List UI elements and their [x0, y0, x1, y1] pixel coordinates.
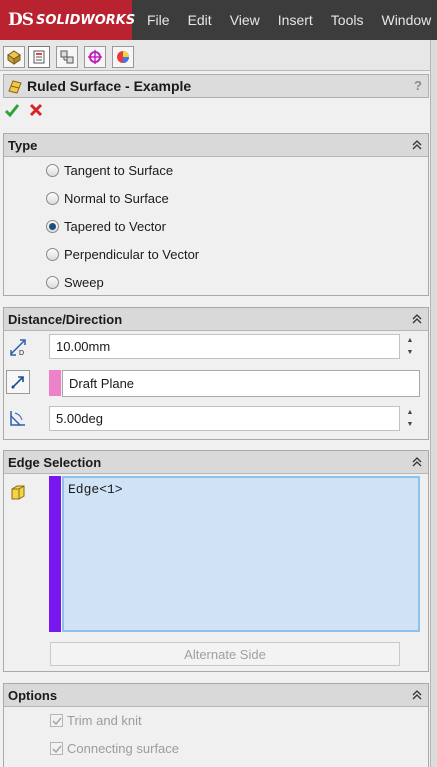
property-manager-tab[interactable]	[28, 46, 50, 68]
cancel-x-icon[interactable]	[28, 102, 44, 118]
distance-group-header[interactable]: Distance/Direction	[4, 308, 428, 331]
spin-down-icon[interactable]: ▼	[407, 349, 414, 356]
menu-insert[interactable]: Insert	[269, 12, 322, 28]
spin-up-icon[interactable]: ▲	[407, 409, 414, 416]
radio-label: Perpendicular to Vector	[64, 247, 200, 262]
ok-check-icon[interactable]	[4, 102, 20, 118]
checkbox-checked-disabled[interactable]	[50, 742, 63, 755]
menu-window[interactable]: Window	[372, 12, 437, 28]
edge-group-header[interactable]: Edge Selection	[4, 451, 428, 474]
collapse-chevron-icon[interactable]	[411, 688, 423, 702]
trim-and-knit-label: Trim and knit	[67, 713, 142, 728]
distance-input[interactable]: 10.00mm	[49, 334, 400, 359]
checkbox-checked-disabled[interactable]	[50, 714, 63, 727]
options-group-header[interactable]: Options	[4, 684, 428, 707]
checkmark-icon	[51, 716, 62, 725]
angle-spinner[interactable]: ▲ ▼	[403, 406, 417, 431]
edge-icon	[6, 480, 30, 504]
distance-group-title: Distance/Direction	[8, 311, 123, 327]
type-group-header[interactable]: Type	[4, 134, 428, 157]
edge-group-title: Edge Selection	[8, 454, 102, 470]
feature-manager-tab[interactable]	[3, 46, 25, 68]
solidworks-logo[interactable]: DS SOLIDWORKS	[0, 0, 136, 40]
radio-button[interactable]	[46, 192, 59, 205]
options-group-title: Options	[8, 687, 58, 703]
radio-button[interactable]	[46, 164, 59, 177]
dimxpert-manager-tab[interactable]	[84, 46, 106, 68]
display-manager-icon	[117, 51, 129, 63]
property-manager-header: Ruled Surface - Example ?	[3, 74, 429, 98]
radio-button[interactable]	[46, 276, 59, 289]
configuration-manager-icon	[60, 50, 74, 64]
radio-normal-to-surface[interactable]: Normal to Surface	[46, 191, 169, 206]
angle-icon	[6, 406, 30, 430]
collapse-chevron-icon[interactable]	[411, 138, 423, 152]
alternate-side-button[interactable]: Alternate Side	[50, 642, 400, 666]
reference-plane-field[interactable]: Draft Plane	[62, 370, 420, 397]
radio-button[interactable]	[46, 248, 59, 261]
svg-text:D: D	[19, 350, 24, 357]
radio-perpendicular-to-vector[interactable]: Perpendicular to Vector	[46, 247, 199, 262]
side-splitter[interactable]	[430, 40, 437, 767]
connecting-surface-option[interactable]: Connecting surface	[50, 741, 179, 756]
property-manager-icon	[33, 50, 45, 64]
feature-manager-icon	[7, 50, 21, 65]
radio-tangent-to-surface[interactable]: Tangent to Surface	[46, 163, 173, 178]
display-manager-tab[interactable]	[112, 46, 134, 68]
menu-bar: File Edit View Insert Tools Window	[138, 0, 437, 40]
radio-button-selected[interactable]	[46, 220, 59, 233]
menu-view[interactable]: View	[221, 12, 269, 28]
radio-label: Sweep	[64, 275, 104, 290]
selected-edge-item[interactable]: Edge<1>	[68, 482, 414, 497]
ruled-surface-icon	[8, 80, 22, 94]
connecting-surface-label: Connecting surface	[67, 741, 180, 756]
title-bar: DS SOLIDWORKS File Edit View Insert Tool…	[0, 0, 437, 40]
reference-color-swatch	[49, 370, 61, 396]
help-icon[interactable]: ?	[414, 78, 422, 93]
menu-file[interactable]: File	[138, 12, 179, 28]
trim-and-knit-option[interactable]: Trim and knit	[50, 713, 142, 728]
dimxpert-manager-icon	[88, 50, 102, 64]
checkmark-icon	[51, 744, 62, 753]
collapse-chevron-icon[interactable]	[411, 455, 423, 469]
configuration-manager-tab[interactable]	[56, 46, 78, 68]
radio-tapered-to-vector[interactable]: Tapered to Vector	[46, 219, 166, 234]
radio-sweep[interactable]: Sweep	[46, 275, 104, 290]
radio-label: Normal to Surface	[64, 191, 169, 206]
radio-label: Tapered to Vector	[64, 219, 166, 234]
ds-logo-mark: DS	[8, 10, 34, 30]
reverse-direction-button[interactable]	[6, 370, 30, 394]
edge-selection-list[interactable]: Edge<1>	[62, 476, 420, 632]
menu-tools[interactable]: Tools	[322, 12, 373, 28]
confirm-bar	[4, 102, 44, 118]
radio-label: Tangent to Surface	[64, 163, 174, 178]
page-title: Ruled Surface - Example	[27, 78, 192, 94]
type-group-title: Type	[8, 137, 38, 153]
reverse-direction-icon	[11, 376, 24, 389]
distance-spinner[interactable]: ▲ ▼	[403, 334, 417, 359]
selection-color-swatch	[49, 476, 61, 632]
collapse-chevron-icon[interactable]	[411, 312, 423, 326]
type-group: Type	[3, 133, 429, 296]
spin-down-icon[interactable]: ▼	[407, 421, 414, 428]
spin-up-icon[interactable]: ▲	[407, 337, 414, 344]
distance-icon: D	[6, 335, 30, 359]
angle-input[interactable]: 5.00deg	[49, 406, 400, 431]
menu-edit[interactable]: Edit	[179, 12, 221, 28]
brand-name: SOLIDWORKS	[36, 12, 136, 28]
